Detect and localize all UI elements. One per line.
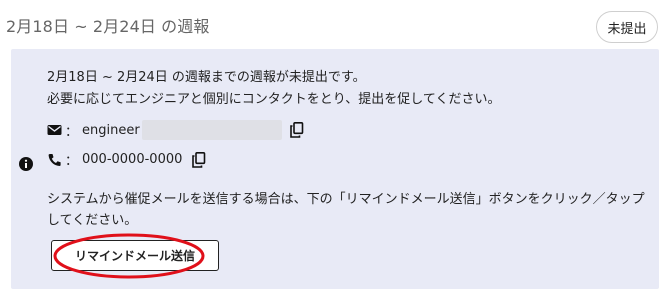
envelope-icon xyxy=(47,125,62,135)
notice-line-4: してください。 xyxy=(47,213,138,228)
email-row: ： engineer xyxy=(47,120,304,140)
phone-separator: ： xyxy=(65,154,79,169)
email-redacted xyxy=(141,120,282,140)
notice-line-2: 必要に応じてエンジニアと個別にコンタクトをとり、提出を促してください。 xyxy=(47,92,501,107)
email-prefix: engineer xyxy=(82,122,140,138)
notice-line-3: システムから催促メールを送信する場合は、下の「リマインドメール送信」ボタンをクリ… xyxy=(47,192,645,207)
page-title: 2月18日 ~ 2月24日 の週報 xyxy=(6,17,210,36)
copy-email-icon[interactable] xyxy=(289,122,304,138)
info-icon xyxy=(19,157,33,171)
status-badge-button[interactable]: 未提出 xyxy=(596,11,658,43)
copy-phone-icon[interactable] xyxy=(192,151,206,168)
phone-row: ： 000-0000-0000 xyxy=(47,150,206,169)
notice-line-1: 2月18日 ~ 2月24日 の週報までの週報が未提出です。 xyxy=(47,70,366,85)
send-reminder-button[interactable]: リマインドメール送信 xyxy=(51,240,219,271)
email-separator: ： xyxy=(65,124,79,140)
weekly-report-status-page: 2月18日 ~ 2月24日 の週報 未提出 2月18日 ~ 2月24日 の週報ま… xyxy=(0,0,670,301)
phone-number: 000-0000-0000 xyxy=(82,152,183,167)
phone-icon xyxy=(48,153,61,166)
